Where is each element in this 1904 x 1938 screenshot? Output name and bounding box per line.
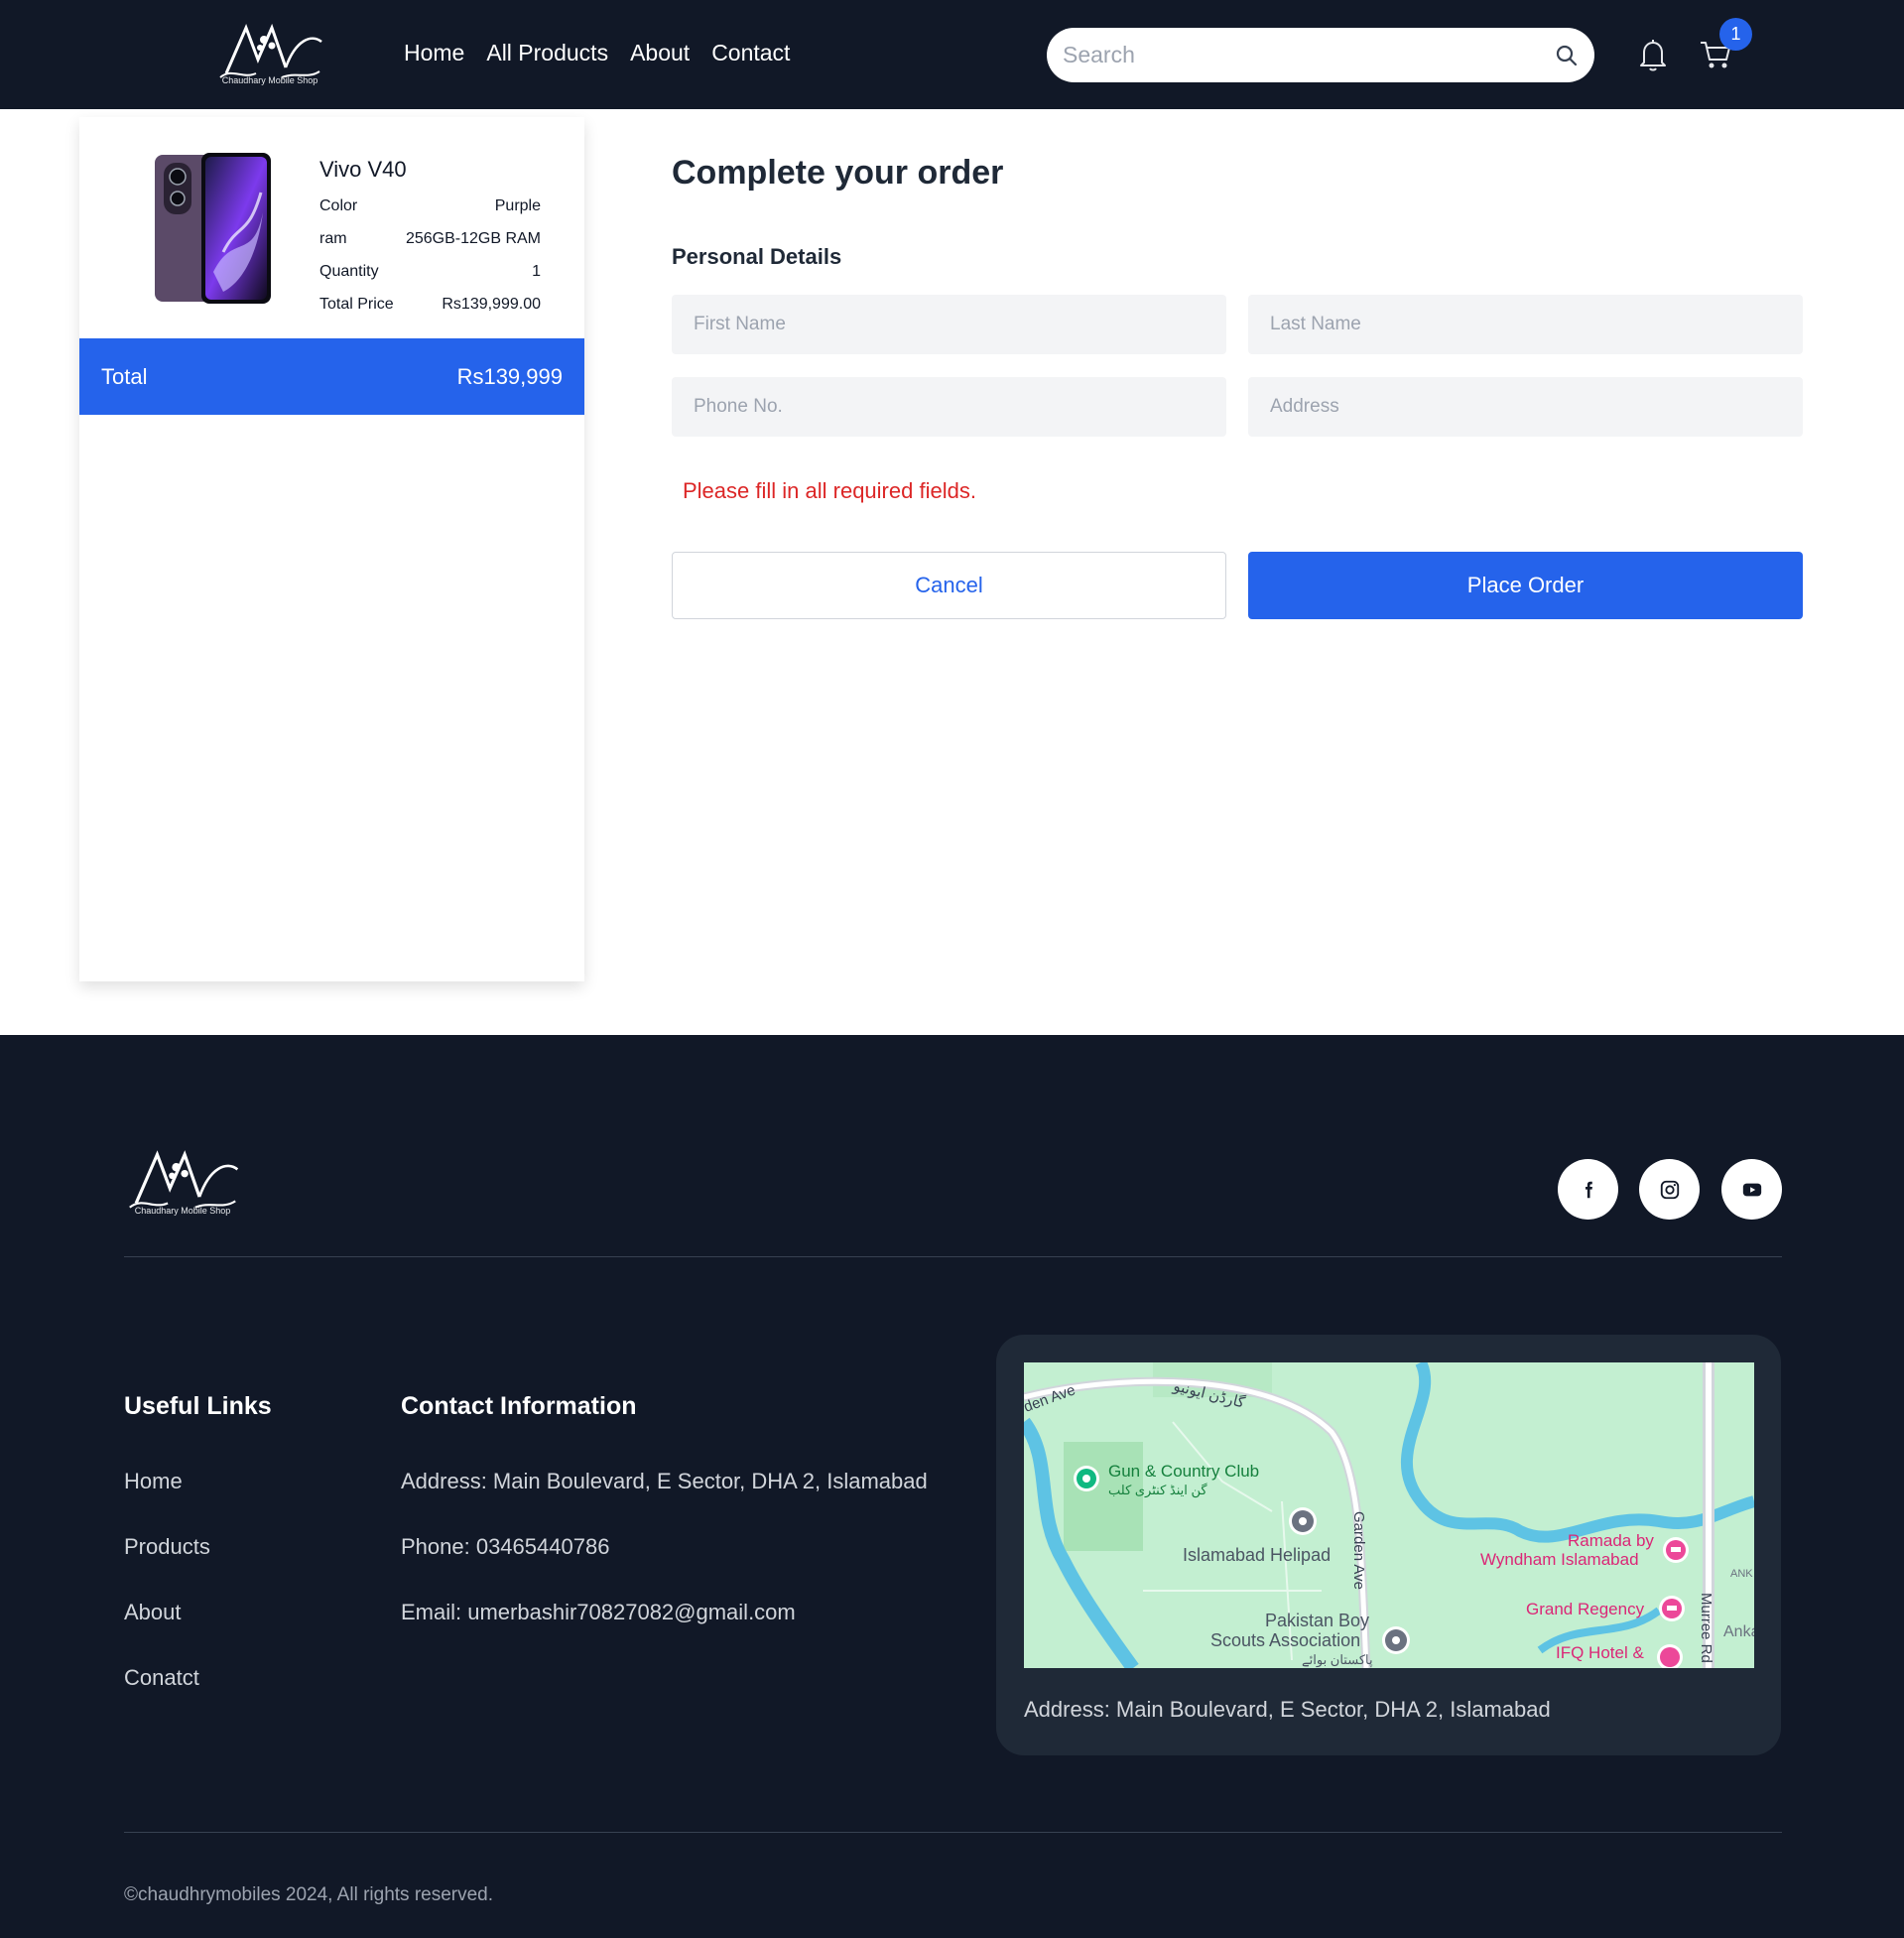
site-header: Chaudhary Mobile Shop Home All Products … xyxy=(0,0,1904,109)
logo-monogram-icon xyxy=(219,23,322,78)
main-nav: Home All Products About Contact xyxy=(404,40,790,66)
bell-icon[interactable] xyxy=(1638,38,1668,71)
footer-bottom-divider xyxy=(124,1832,1782,1833)
detail-row-quantity: Quantity 1 xyxy=(319,263,541,281)
product-name: Vivo V40 xyxy=(319,157,407,182)
contact-email: Email: umerbashir70827082@gmail.com xyxy=(401,1600,796,1624)
address-field[interactable] xyxy=(1248,377,1803,437)
map-label-murree-rd: Murree Rd xyxy=(1698,1593,1714,1663)
map-label-ank: ANK xyxy=(1730,1568,1753,1580)
map-label-ramada-2: Wyndham Islamabad xyxy=(1480,1550,1639,1569)
error-message: Please fill in all required fields. xyxy=(683,478,976,503)
nav-about[interactable]: About xyxy=(630,40,690,66)
youtube-icon xyxy=(1742,1183,1761,1196)
contact-info-title: Contact Information xyxy=(401,1392,637,1420)
map-label-grand-regency: Grand Regency xyxy=(1526,1600,1645,1618)
instagram-link[interactable] xyxy=(1639,1159,1700,1220)
detail-label: Color xyxy=(319,197,358,214)
contact-address: Address: Main Boulevard, E Sector, DHA 2… xyxy=(401,1469,928,1493)
search-box xyxy=(1047,28,1594,82)
phone-field[interactable] xyxy=(672,377,1226,437)
footer-link-products[interactable]: Products xyxy=(124,1534,210,1560)
nav-contact[interactable]: Contact xyxy=(711,40,790,66)
useful-links-title: Useful Links xyxy=(124,1392,272,1420)
detail-row-total-price: Total Price Rs139,999.00 xyxy=(319,296,541,314)
detail-value: 1 xyxy=(532,263,541,280)
site-footer: Chaudhary Mobile Shop Useful Links Home … xyxy=(0,1035,1904,1938)
footer-link-contact[interactable]: Conatct xyxy=(124,1665,199,1691)
logo-monogram-icon xyxy=(129,1150,239,1209)
facebook-link[interactable] xyxy=(1558,1159,1618,1220)
detail-label: Quantity xyxy=(319,263,379,280)
contact-phone: Phone: 03465440786 xyxy=(401,1534,610,1559)
order-summary-card: Vivo V40 Color Purple ram 256GB-12GB RAM… xyxy=(79,117,584,981)
detail-row-color: Color Purple xyxy=(319,197,541,215)
footer-divider xyxy=(124,1256,1782,1257)
detail-label: Total Price xyxy=(319,296,394,313)
map-label-ifq: IFQ Hotel & xyxy=(1556,1643,1644,1662)
map-label-gun-club: Gun & Country Club xyxy=(1108,1462,1259,1481)
logo-text: Chaudhary Mobile Shop xyxy=(221,75,318,85)
facebook-icon xyxy=(1585,1181,1592,1198)
total-label: Total xyxy=(101,364,148,389)
detail-value: Purple xyxy=(494,197,541,214)
map-label-helipad: Islamabad Helipad xyxy=(1183,1545,1331,1565)
detail-label: ram xyxy=(319,230,347,247)
detail-value: Rs139,999.00 xyxy=(442,296,541,313)
instagram-icon xyxy=(1660,1180,1679,1199)
detail-row-ram: ram 256GB-12GB RAM xyxy=(319,230,541,248)
total-value: Rs139,999 xyxy=(456,364,563,389)
total-bar: Total Rs139,999 xyxy=(79,338,584,415)
cancel-button[interactable]: Cancel xyxy=(672,552,1226,619)
last-name-field[interactable] xyxy=(1248,295,1803,354)
map-label-scouts-1: Pakistan Boy xyxy=(1265,1611,1369,1630)
product-image xyxy=(155,153,271,304)
map-label-scouts-urdu: پاکستان بوائے xyxy=(1302,1652,1373,1668)
nav-home[interactable]: Home xyxy=(404,40,464,66)
detail-value: 256GB-12GB RAM xyxy=(405,230,541,247)
search-icon[interactable] xyxy=(1555,44,1579,67)
search-input[interactable] xyxy=(1063,28,1529,82)
footer-logo[interactable]: Chaudhary Mobile Shop xyxy=(121,1146,244,1222)
youtube-link[interactable] xyxy=(1721,1159,1782,1220)
section-title: Personal Details xyxy=(672,244,842,269)
cart-count-badge: 1 xyxy=(1719,18,1752,51)
map-label-gun-club-urdu: گن اینڈ کنٹری کلب xyxy=(1108,1483,1207,1498)
map-address: Address: Main Boulevard, E Sector, DHA 2… xyxy=(1024,1697,1551,1722)
map-label-scouts-2: Scouts Association xyxy=(1210,1630,1360,1650)
copyright: ©chaudhrymobiles 2024, All rights reserv… xyxy=(124,1884,494,1905)
map-label-ramada-1: Ramada by xyxy=(1568,1531,1654,1550)
logo-text: Chaudhary Mobile Shop xyxy=(134,1206,231,1216)
place-order-button[interactable]: Place Order xyxy=(1248,552,1803,619)
first-name-field[interactable] xyxy=(672,295,1226,354)
map-label-anka: Anka xyxy=(1723,1623,1754,1640)
footer-link-about[interactable]: About xyxy=(124,1600,182,1625)
footer-link-home[interactable]: Home xyxy=(124,1469,183,1494)
site-logo[interactable]: Chaudhary Mobile Shop xyxy=(212,20,327,91)
map-label-garden-ave-vertical: Garden Ave xyxy=(1350,1511,1367,1590)
map-card: den Ave گارڈن ایونیو Gun & Country Club … xyxy=(996,1335,1781,1755)
nav-all-products[interactable]: All Products xyxy=(486,40,608,66)
location-map[interactable]: den Ave گارڈن ایونیو Gun & Country Club … xyxy=(1024,1362,1754,1668)
page-title: Complete your order xyxy=(672,154,1004,192)
